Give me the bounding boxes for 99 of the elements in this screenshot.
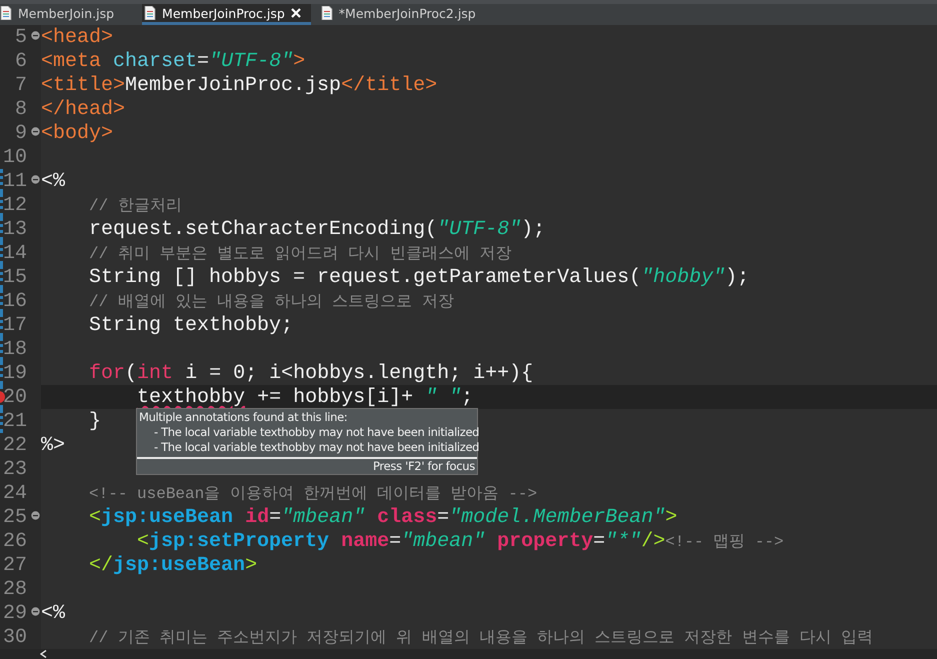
code-token: += hobbys[i]+: [257, 386, 414, 408]
line-number: 15: [2, 266, 27, 288]
code-token: "*": [605, 530, 642, 552]
code-token: <head>: [41, 26, 114, 48]
editor-tab[interactable]: MemberJoinProc.jsp: [142, 4, 311, 25]
code-comment: // 배열에 있는 내용을 하나의 스트링으로 저장: [89, 292, 454, 312]
line-number: 14: [2, 242, 27, 264]
code-token: </: [89, 554, 114, 576]
line-number: 18: [2, 338, 27, 360]
code-token: </title>: [341, 74, 438, 96]
code-token: "UTF-8": [437, 218, 522, 240]
code-token: );: [521, 218, 546, 240]
code-comment: // 기존 취미는 주소번지가 저장되기에 위 배열의 내용을 하나의 스트링으로 저장한 변수를 다시 입력: [89, 628, 874, 648]
line-number: 7: [14, 74, 27, 96]
code-token: />: [641, 530, 666, 552]
fold-icon[interactable]: [31, 127, 40, 136]
line-number: 9: [14, 122, 27, 144]
code-token: <%: [41, 170, 66, 192]
code-token: MemberJoinProc.jsp: [125, 74, 342, 96]
file-icon: [144, 6, 156, 20]
code-token: "mbean": [281, 506, 366, 528]
code-token: <%: [41, 602, 66, 624]
code-token: }: [89, 410, 102, 432]
code-token: String [] hobbys = request.getParameterValues(: [89, 266, 642, 288]
close-icon[interactable]: [290, 8, 301, 18]
code-token: ;: [461, 386, 474, 408]
code-token: =: [197, 50, 210, 72]
code-token: <: [137, 530, 150, 552]
line-number: 27: [2, 554, 27, 576]
code-token: =: [389, 530, 402, 552]
code-token: int: [137, 362, 174, 384]
code-token: " ": [425, 386, 462, 408]
code-token: charset: [113, 50, 198, 72]
code-token: id: [245, 506, 270, 528]
code-token: jsp:setProperty: [149, 530, 330, 552]
line-number: 24: [2, 482, 27, 504]
editor-tab[interactable]: *MemberJoinProc2.jsp: [318, 4, 486, 25]
editor-tab[interactable]: MemberJoin.jsp: [0, 4, 124, 25]
code-token: <meta: [41, 50, 102, 72]
code-token: "mbean": [401, 530, 486, 552]
code-comment: <!-- 맵핑 -->: [665, 532, 784, 552]
code-token: =: [269, 506, 282, 528]
code-token: "model.MemberBean": [449, 506, 666, 528]
line-number: 16: [2, 290, 27, 312]
code-token: request.setCharacterEncoding(: [89, 218, 438, 240]
code-token: >: [293, 50, 306, 72]
code-token: name: [341, 530, 390, 552]
code-comment: // 취미 부분은 별도로 읽어드려 다시 빈클래스에 저장: [89, 244, 512, 264]
code-token: </head>: [41, 98, 126, 120]
code-token: property: [497, 530, 594, 552]
code-token: );: [725, 266, 750, 288]
file-icon: [0, 6, 12, 20]
line-number: 19: [2, 362, 27, 384]
code-token: <body>: [41, 122, 114, 144]
line-number: 6: [14, 50, 27, 72]
code-token: "hobby": [641, 266, 726, 288]
line-number: 17: [2, 314, 27, 336]
line-number: 12: [2, 194, 27, 216]
fold-icon[interactable]: [31, 511, 40, 520]
file-icon: [320, 6, 333, 20]
code-token: class: [377, 506, 438, 528]
fold-icon[interactable]: [31, 31, 40, 40]
error-token: texthobby: [137, 386, 246, 408]
line-number: 8: [14, 98, 27, 120]
line-number: 20: [2, 386, 27, 408]
line-number: 23: [2, 458, 27, 480]
code-comment: // 한글처리: [89, 196, 182, 216]
fold-icon[interactable]: [31, 607, 40, 616]
code-token: "UTF-8": [209, 50, 294, 72]
code-token: >: [665, 506, 678, 528]
code-token: =: [437, 506, 450, 528]
line-number: 29: [2, 602, 27, 624]
code-token: (: [125, 362, 138, 384]
code-token: i = 0; i<hobbys.length; i++){: [185, 362, 534, 384]
line-number: 30: [2, 626, 27, 648]
scroll-left-icon[interactable]: [40, 650, 47, 658]
line-number: 22: [2, 434, 27, 456]
line-number: 28: [2, 578, 27, 600]
line-number: 26: [2, 530, 27, 552]
code-token: <: [89, 506, 102, 528]
line-number: 25: [2, 506, 27, 528]
code-token: for: [89, 362, 126, 384]
code-token: jsp:useBean: [101, 506, 234, 528]
line-number: 5: [14, 26, 27, 48]
line-number: 13: [2, 218, 27, 240]
code-token: jsp:useBean: [113, 554, 246, 576]
line-number: 11: [2, 170, 27, 192]
code-token: >: [245, 554, 258, 576]
code-token: %>: [41, 434, 66, 456]
tooltip-hint: Press 'F2' for focus: [373, 459, 475, 473]
line-number: 10: [2, 146, 27, 168]
tooltip-title: Multiple annotations found at this line:: [139, 410, 348, 425]
code-token: String texthobby;: [89, 314, 294, 336]
horizontal-scrollbar[interactable]: [0, 649, 937, 659]
fold-icon[interactable]: [31, 175, 40, 184]
code-token: <title>: [41, 74, 126, 96]
code-token: =: [593, 530, 606, 552]
code-comment: <!-- useBean을 이용하여 한꺼번에 데이터를 받아옴 -->: [89, 484, 538, 504]
line-number: 21: [2, 410, 27, 432]
